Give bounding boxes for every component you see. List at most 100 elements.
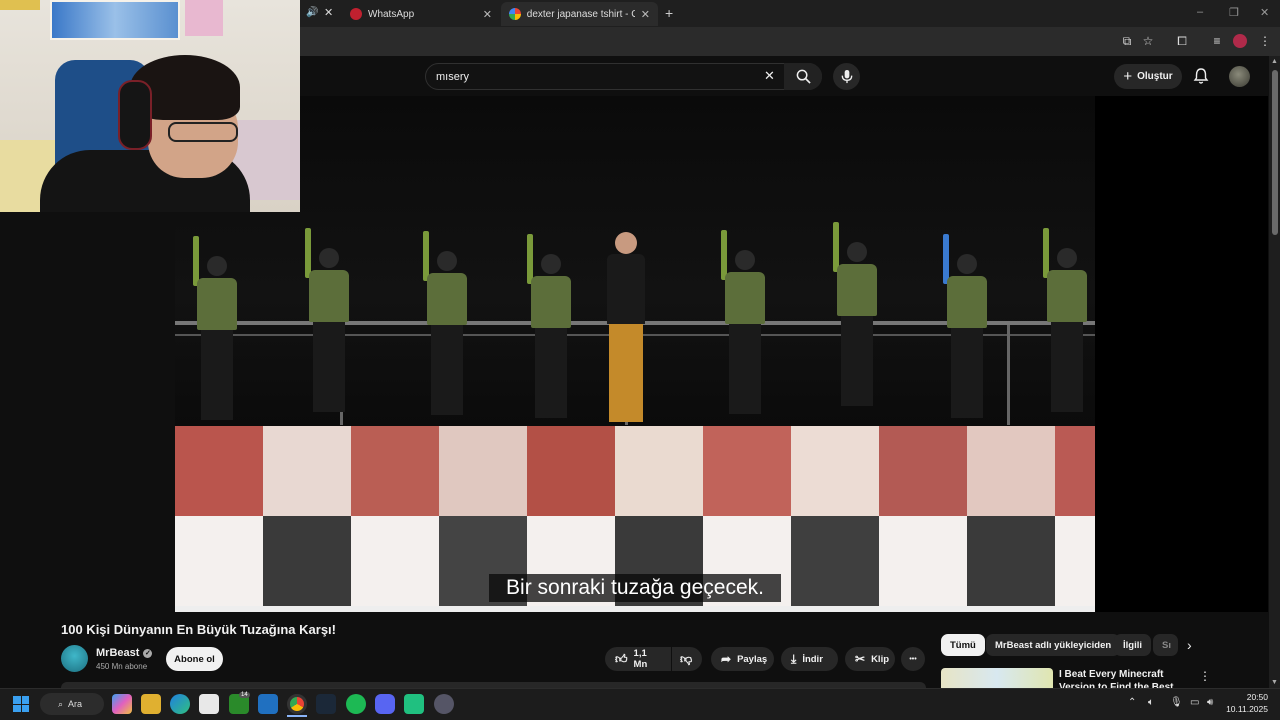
- search-button[interactable]: [784, 63, 822, 90]
- window-close-button[interactable]: ✕: [1260, 6, 1269, 19]
- more-actions-button[interactable]: •••: [901, 647, 925, 671]
- tab-label: WhatsApp: [368, 8, 415, 20]
- edge-icon[interactable]: [170, 694, 190, 714]
- close-icon[interactable]: ✕: [641, 8, 650, 21]
- network-icon[interactable]: ▭: [1190, 697, 1199, 708]
- active-app-indicator: [287, 715, 307, 717]
- like-count: 1,1 Mn: [633, 648, 648, 670]
- chip-from-uploader[interactable]: MrBeast adlı yükleyiciden: [986, 634, 1121, 656]
- search-input[interactable]: mısery: [425, 63, 822, 90]
- clock-time[interactable]: 20:50: [1238, 692, 1268, 702]
- railing-post: [1007, 325, 1010, 425]
- video-subtitle: Bir sonraki tuzağa geçecek.: [489, 574, 781, 602]
- mic-tray-icon[interactable]: 🎙︎: [1170, 697, 1183, 708]
- scrollbar-thumb[interactable]: [1272, 70, 1278, 235]
- microsoft-store-icon[interactable]: [199, 694, 219, 714]
- bookmark-star-icon[interactable]: ☆: [1140, 33, 1156, 49]
- window-minimize-button[interactable]: –: [1197, 6, 1203, 18]
- channel-name[interactable]: MrBeast ✓: [96, 647, 153, 659]
- voice-search-button[interactable]: [833, 63, 860, 90]
- media-control-icon[interactable]: ≡: [1209, 33, 1225, 49]
- share-icon: ➦: [721, 652, 732, 666]
- scroll-up-arrow[interactable]: ▲: [1271, 58, 1278, 65]
- whatsapp-icon: [350, 8, 362, 20]
- discord-icon[interactable]: [375, 694, 395, 714]
- notifications-button[interactable]: [1192, 67, 1210, 85]
- profile-avatar-icon[interactable]: [1233, 34, 1247, 48]
- bell-icon: [1193, 68, 1209, 84]
- download-button[interactable]: ⤓ İndir: [781, 647, 838, 671]
- share-button[interactable]: ➦ Paylaş: [711, 647, 774, 671]
- download-icon: ⤓: [791, 651, 797, 666]
- search-icon: [796, 69, 811, 84]
- verified-icon: ✓: [143, 648, 153, 658]
- account-avatar[interactable]: [1229, 66, 1250, 87]
- taskbar-search[interactable]: ⌕ Ara: [40, 693, 104, 715]
- speaker-tray-icon[interactable]: 🔈︎: [1148, 697, 1154, 708]
- tab-audio-icon[interactable]: 🔊: [306, 7, 318, 18]
- google-icon: [509, 8, 521, 20]
- clip-label: Klip: [871, 653, 890, 665]
- dislike-button[interactable]: 👎︎: [672, 647, 702, 671]
- like-button[interactable]: 👍︎ 1,1 Mn: [605, 647, 671, 671]
- tray-chevron-icon[interactable]: ⌃: [1128, 697, 1136, 708]
- chip-related[interactable]: İlgili: [1114, 634, 1151, 656]
- clip-button[interactable]: ✂ Klip: [845, 647, 895, 671]
- chips-next-arrow-icon[interactable]: ›: [1187, 637, 1192, 653]
- video-host-legs: [609, 324, 643, 422]
- tab-google-search[interactable]: dexter japanase tshirt - Google ✕: [501, 2, 658, 26]
- subscribe-button[interactable]: Abone ol: [166, 647, 223, 671]
- clock-date[interactable]: 10.11.2025: [1226, 704, 1268, 714]
- recommendation-title[interactable]: I Beat Every Minecraft Version to Find t…: [1059, 668, 1194, 688]
- extensions-icon[interactable]: ⧠: [1174, 33, 1190, 49]
- scissors-icon: ✂: [855, 652, 866, 666]
- plus-icon: +: [1123, 68, 1133, 85]
- xbox-badge: 14: [239, 692, 250, 698]
- install-app-icon[interactable]: ⧉: [1119, 33, 1135, 49]
- scroll-down-arrow[interactable]: ▼: [1271, 679, 1278, 686]
- download-label: İndir: [802, 653, 823, 665]
- thumbs-down-icon: 👎︎: [680, 651, 693, 666]
- video-player[interactable]: Bir sonraki tuzağa geçecek.: [175, 96, 1095, 612]
- recommendation-menu-icon[interactable]: ⋮: [1199, 669, 1211, 683]
- tab-label: dexter japanase tshirt - Google: [526, 8, 635, 20]
- search-query: mısery: [436, 70, 469, 83]
- wall-poster: [0, 0, 40, 10]
- share-label: Paylaş: [737, 653, 768, 665]
- close-icon[interactable]: ✕: [483, 8, 492, 21]
- chip-partial[interactable]: Sı: [1153, 634, 1178, 656]
- taskbar-search-label: Ara: [68, 699, 83, 709]
- settings-gear-icon[interactable]: [434, 694, 454, 714]
- microphone-icon: [841, 69, 852, 84]
- window-maximize-button[interactable]: ❐: [1229, 6, 1239, 19]
- app-icon[interactable]: [404, 694, 424, 714]
- create-label: Oluştur: [1137, 71, 1173, 82]
- mail-icon[interactable]: [258, 694, 278, 714]
- recommendation-thumbnail[interactable]: [941, 668, 1053, 688]
- channel-avatar[interactable]: [61, 645, 88, 672]
- chip-all[interactable]: Tümü: [941, 634, 985, 656]
- video-host-head: [615, 232, 637, 254]
- start-button[interactable]: [13, 696, 29, 712]
- chrome-icon[interactable]: [287, 694, 307, 714]
- thumbs-up-icon: 👍︎: [615, 651, 628, 666]
- volume-icon[interactable]: 🔊︎: [1207, 697, 1213, 708]
- spotify-icon[interactable]: [346, 694, 366, 714]
- wall-poster: [185, 0, 223, 36]
- headphones: [118, 80, 152, 150]
- browser-menu-icon[interactable]: ⋮: [1257, 33, 1273, 49]
- video-title: 100 Kişi Dünyanın En Büyük Tuzağına Karş…: [61, 622, 336, 637]
- copilot-icon[interactable]: [112, 694, 132, 714]
- tab-whatsapp[interactable]: WhatsApp ✕: [342, 2, 500, 26]
- new-tab-button[interactable]: +: [665, 5, 673, 21]
- clear-search-icon[interactable]: ✕: [764, 68, 775, 84]
- player-side-area: [1095, 96, 1268, 612]
- subscriber-count: 450 Mn abone: [96, 662, 148, 671]
- file-explorer-icon[interactable]: [141, 694, 161, 714]
- steam-icon[interactable]: [316, 694, 336, 714]
- create-button[interactable]: + Oluştur: [1114, 64, 1182, 89]
- channel-name-text: MrBeast: [96, 647, 140, 659]
- windows-taskbar: [0, 688, 1280, 720]
- video-host-body: [607, 254, 645, 324]
- tab-close-icon[interactable]: ✕: [324, 6, 333, 19]
